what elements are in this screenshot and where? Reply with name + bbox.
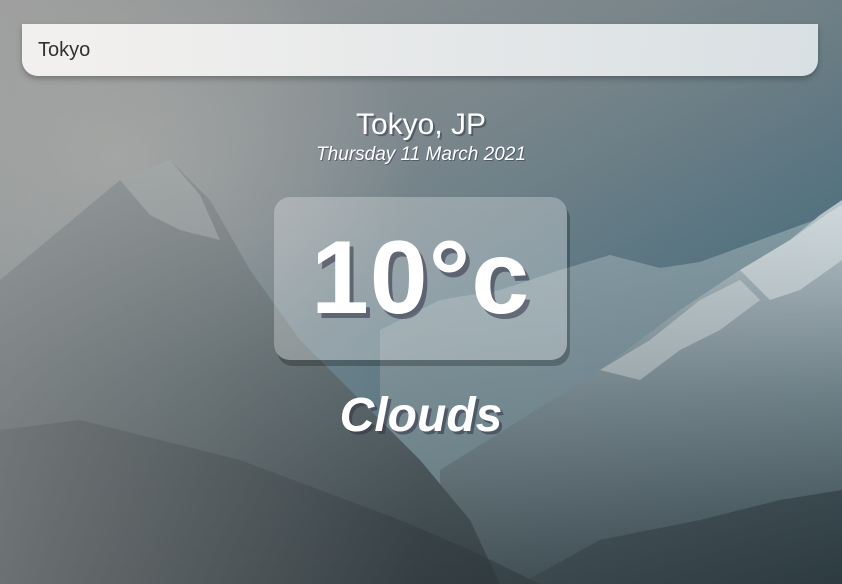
weather-condition: Clouds [339, 389, 503, 442]
date-text: Thursday 11 March 2021 [316, 144, 526, 165]
search-bar[interactable] [22, 24, 818, 76]
temperature-value: 10°c [310, 220, 531, 336]
temperature-box: 10°c [274, 197, 567, 360]
search-input[interactable] [22, 24, 818, 76]
location-title: Tokyo, JP [355, 108, 487, 141]
